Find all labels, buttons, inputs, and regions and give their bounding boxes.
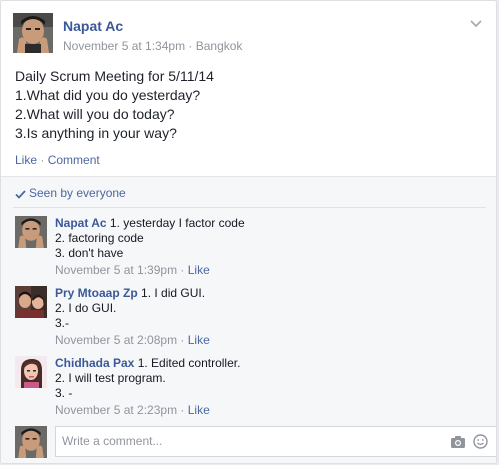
post-timestamp[interactable]: November 5 at 1:34pm (63, 39, 185, 53)
comment-content: Napat Ac 1. yesterday I factor code 2. f… (55, 216, 245, 278)
comment-input-box[interactable] (55, 426, 496, 457)
author-avatar[interactable] (13, 13, 53, 53)
checkmark-icon (15, 190, 26, 199)
actions-separator: · (37, 153, 48, 167)
post-card: Napat Ac November 5 at 1:34pm · Bangkok … (0, 0, 497, 464)
comment-author[interactable]: Napat Ac (55, 216, 107, 230)
comment-like-link[interactable]: Like (188, 263, 210, 277)
comment-composer (15, 426, 496, 458)
post-body-line: 2.What will you do today? (15, 106, 175, 122)
seen-by-text: Seen by everyone (29, 186, 126, 200)
comment-input[interactable] (62, 434, 422, 448)
comment-meta: November 5 at 1:39pm · Like (55, 263, 210, 277)
seen-by-indicator[interactable]: Seen by everyone (15, 186, 126, 200)
comment-timestamp[interactable]: November 5 at 2:08pm (55, 333, 177, 347)
chevron-down-icon[interactable] (469, 19, 483, 29)
emoji-icon[interactable] (473, 434, 488, 449)
comment-avatar[interactable] (15, 356, 47, 388)
composer-avatar (15, 426, 47, 458)
comment-avatar[interactable] (15, 286, 47, 318)
comment-like-link[interactable]: Like (188, 403, 210, 417)
comment-timestamp[interactable]: November 5 at 2:23pm (55, 403, 177, 417)
divider (13, 207, 486, 208)
post-meta: November 5 at 1:34pm · Bangkok (63, 39, 242, 53)
post-body-line: Daily Scrum Meeting for 5/11/14 (15, 68, 214, 84)
comment-line: 2. I do GUI. (55, 301, 117, 315)
camera-icon[interactable] (450, 435, 466, 449)
post-location[interactable]: Bangkok (196, 39, 243, 53)
post-body-line: 1.What did you do yesterday? (15, 87, 201, 103)
comment-timestamp[interactable]: November 5 at 1:39pm (55, 263, 177, 277)
feedback-section: Seen by everyone Napat Ac 1. yesterday I… (1, 176, 496, 463)
comment-content: Chidhada Pax 1. Edited controller. 2. I … (55, 356, 240, 418)
comment-line: 3.- (55, 316, 70, 330)
comment-line: 1. Edited controller. (137, 356, 241, 370)
comment-like-link[interactable]: Like (188, 333, 210, 347)
like-link[interactable]: Like (15, 153, 37, 167)
post-actions: Like · Comment (15, 153, 100, 167)
comment-line: 1. I did GUI. (141, 286, 206, 300)
comment-meta: November 5 at 2:23pm · Like (55, 403, 210, 417)
comment-content: Pry Mtoaap Zp 1. I did GUI. 2. I do GUI.… (55, 286, 210, 348)
comment-line: 1. yesterday I factor code (109, 216, 245, 230)
comment-line: 2. I will test program. (55, 371, 166, 385)
comment-meta: November 5 at 2:08pm · Like (55, 333, 210, 347)
comment-author[interactable]: Pry Mtoaap Zp (55, 286, 138, 300)
post-header: Napat Ac November 5 at 1:34pm · Bangkok (13, 13, 483, 57)
post-body: Daily Scrum Meeting for 5/11/14 1.What d… (15, 67, 485, 143)
meta-separator: · (185, 39, 196, 53)
comment-line: 3. don't have (55, 246, 124, 260)
comment-author[interactable]: Chidhada Pax (55, 356, 134, 370)
post-body-line: 3.Is anything in your way? (15, 125, 177, 141)
comment-avatar[interactable] (15, 216, 47, 248)
comment-link[interactable]: Comment (48, 153, 100, 167)
comment-line: 2. factoring code (55, 231, 144, 245)
post-author-name[interactable]: Napat Ac (63, 18, 123, 34)
comment-line: 3. - (55, 386, 73, 400)
